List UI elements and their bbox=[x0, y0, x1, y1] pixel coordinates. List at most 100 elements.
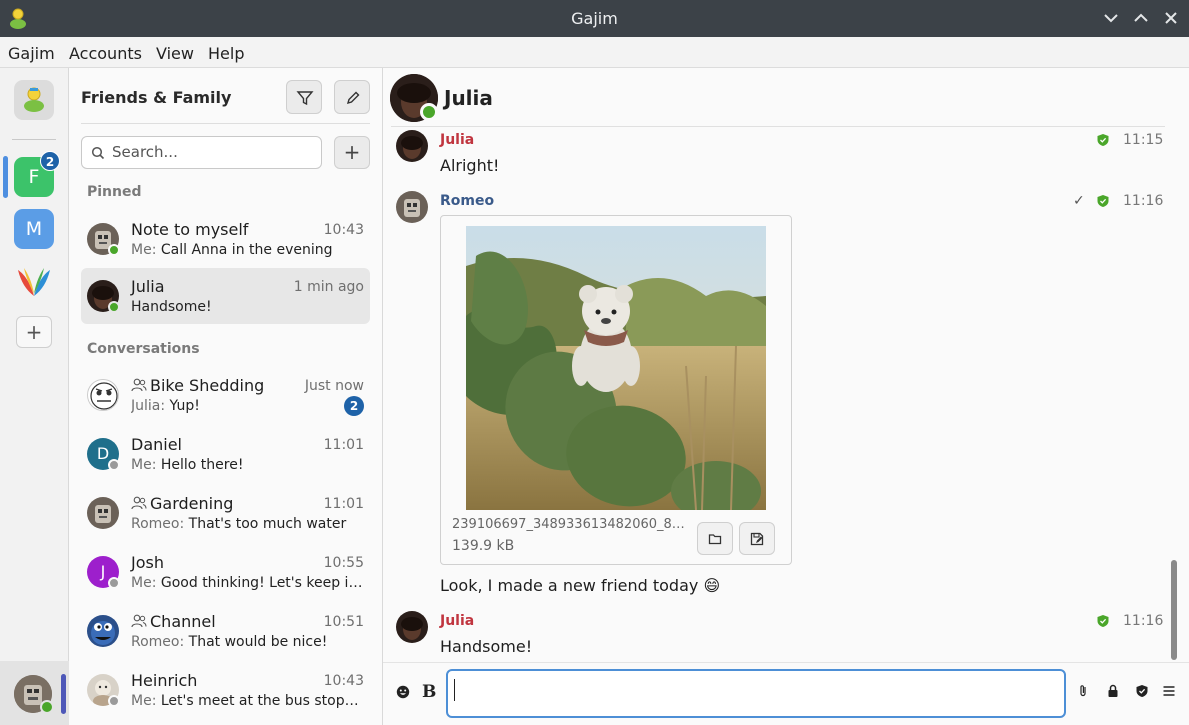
message-time: 11:15 bbox=[1123, 132, 1164, 148]
start-conversation-button[interactable]: + bbox=[334, 136, 370, 169]
chat-name: Julia bbox=[131, 277, 165, 296]
filter-button[interactable] bbox=[286, 80, 322, 114]
workspace-title: Friends & Family bbox=[81, 88, 232, 107]
chat-preview: Me: Call Anna in the evening bbox=[131, 242, 363, 258]
unread-badge: 2 bbox=[344, 396, 364, 416]
account-status-area[interactable] bbox=[0, 661, 69, 725]
menu-view[interactable]: View bbox=[156, 44, 194, 63]
chat-name: Note to myself bbox=[131, 220, 249, 239]
chat-time: Just now bbox=[304, 378, 364, 394]
menu-gajim[interactable]: Gajim bbox=[8, 44, 55, 63]
format-bold-button[interactable]: B bbox=[422, 682, 436, 702]
workspace-unread-badge: 2 bbox=[40, 151, 60, 171]
chat-time: 10:51 bbox=[323, 614, 364, 630]
close-button[interactable] bbox=[1161, 8, 1181, 28]
preview-sender: Romeo: bbox=[131, 634, 185, 650]
message-nickname[interactable]: Julia bbox=[440, 132, 474, 148]
scrollbar-thumb[interactable] bbox=[1171, 560, 1177, 660]
offline-status-dot bbox=[108, 459, 120, 471]
chat-name-text: Bike Shedding bbox=[150, 376, 265, 395]
rail-separator bbox=[12, 139, 56, 140]
photo-avatar-icon bbox=[396, 130, 428, 162]
encryption-shield-icon[interactable] bbox=[1096, 614, 1110, 628]
message-nickname[interactable]: Romeo bbox=[440, 193, 494, 209]
encryption-shield-icon[interactable] bbox=[1096, 194, 1110, 208]
chat-preview: Handsome! bbox=[131, 299, 212, 315]
chat-preview: Romeo: That would be nice! bbox=[131, 634, 363, 650]
encryption-shield-icon[interactable] bbox=[1135, 684, 1149, 698]
search-box[interactable] bbox=[81, 136, 322, 169]
chat-row-heinrich[interactable]: Heinrich 10:43 Me: Let's meet at the bus… bbox=[81, 662, 370, 718]
preview-sender: Julia: bbox=[131, 398, 166, 414]
chat-time: 11:01 bbox=[323, 437, 364, 453]
maximize-button[interactable] bbox=[1131, 8, 1151, 28]
open-folder-button[interactable] bbox=[697, 522, 733, 555]
pencil-icon bbox=[346, 91, 360, 105]
menu-accounts[interactable]: Accounts bbox=[69, 44, 142, 63]
chat-name: Josh bbox=[131, 553, 164, 572]
chat-row-bike-shedding[interactable]: Bike Shedding Just now Julia: Yup! 2 bbox=[81, 367, 370, 423]
composer-separator bbox=[383, 662, 1189, 663]
chat-time: 10:43 bbox=[323, 222, 364, 238]
save-file-button[interactable] bbox=[739, 522, 775, 555]
chat-row-channel[interactable]: Channel 10:51 Romeo: That would be nice! bbox=[81, 603, 370, 659]
save-as-icon bbox=[750, 532, 764, 546]
chat-name: Channel bbox=[131, 612, 216, 631]
group-chat-icon bbox=[131, 496, 147, 510]
chat-preview: Me: Good thinking! Let's keep it that wa… bbox=[131, 575, 363, 591]
chevron-down-icon bbox=[1104, 14, 1118, 23]
file-size: 139.9 kB bbox=[452, 538, 515, 554]
chat-row-note-to-myself[interactable]: Note to myself 10:43 Me: Call Anna in th… bbox=[81, 211, 370, 267]
preview-text: That would be nice! bbox=[188, 634, 328, 650]
attachment-icon[interactable] bbox=[1077, 684, 1089, 698]
preview-text: That's too much water bbox=[188, 516, 347, 532]
online-status-dot bbox=[40, 700, 54, 714]
window-title: Gajim bbox=[571, 9, 618, 28]
workspace-logo-icon[interactable] bbox=[16, 264, 52, 300]
lock-icon[interactable] bbox=[1106, 684, 1120, 698]
chat-row-gardening[interactable]: Gardening 11:01 Romeo: That's too much w… bbox=[81, 485, 370, 541]
menu-help[interactable]: Help bbox=[208, 44, 244, 63]
online-status-dot bbox=[108, 301, 120, 313]
header-separator bbox=[81, 123, 370, 124]
header-separator bbox=[391, 126, 1165, 127]
message-time: 11:16 bbox=[1123, 613, 1164, 629]
message-avatar[interactable] bbox=[396, 611, 428, 643]
folder-icon bbox=[708, 534, 722, 545]
encryption-shield-icon[interactable] bbox=[1096, 133, 1110, 147]
menu-icon[interactable] bbox=[1162, 684, 1176, 698]
meme-face-avatar-icon bbox=[90, 382, 118, 410]
close-icon bbox=[1165, 12, 1177, 24]
add-workspace-button[interactable]: + bbox=[16, 316, 52, 348]
edit-workspace-button[interactable] bbox=[334, 80, 370, 114]
start-chat-button[interactable] bbox=[14, 80, 54, 120]
chat-row-josh[interactable]: J Josh 10:55 Me: Good thinking! Let's ke… bbox=[81, 544, 370, 600]
message-nickname[interactable]: Julia bbox=[440, 613, 474, 629]
preview-sender: Romeo: bbox=[131, 516, 185, 532]
minimize-button[interactable] bbox=[1101, 8, 1121, 28]
search-input[interactable] bbox=[112, 143, 312, 161]
chat-time: 11:01 bbox=[323, 496, 364, 512]
preview-text: Yup! bbox=[169, 398, 200, 414]
offline-status-dot bbox=[108, 695, 120, 707]
chat-row-daniel[interactable]: D Daniel 11:01 Me: Hello there! bbox=[81, 426, 370, 482]
delivered-check-icon: ✓ bbox=[1073, 193, 1085, 209]
contact-name[interactable]: Julia bbox=[444, 86, 493, 110]
workspace-m[interactable]: M bbox=[14, 209, 54, 249]
file-name: 239106697_348933613482060_8465028126384.… bbox=[452, 517, 692, 532]
image-preview[interactable] bbox=[466, 226, 766, 510]
preview-text: Let's meet at the bus stop tomorrow bbox=[160, 693, 363, 709]
chat-row-julia[interactable]: Julia 1 min ago Handsome! bbox=[81, 268, 370, 324]
chat-list-panel: Friends & Family + Pinned Note to myself… bbox=[69, 68, 383, 725]
message-text: Look, I made a new friend today 😄 bbox=[440, 576, 721, 595]
message-avatar[interactable] bbox=[396, 191, 428, 223]
message-avatar[interactable] bbox=[396, 130, 428, 162]
emoji-icon[interactable] bbox=[396, 685, 410, 699]
message-input[interactable] bbox=[446, 669, 1066, 718]
preview-sender: Me: bbox=[131, 575, 157, 591]
chat-name: Gardening bbox=[131, 494, 233, 513]
chevron-up-icon bbox=[1134, 13, 1148, 22]
chat-preview: Me: Let's meet at the bus stop tomorrow bbox=[131, 693, 363, 709]
chat-name-text: Channel bbox=[150, 612, 216, 631]
search-icon bbox=[91, 146, 105, 160]
